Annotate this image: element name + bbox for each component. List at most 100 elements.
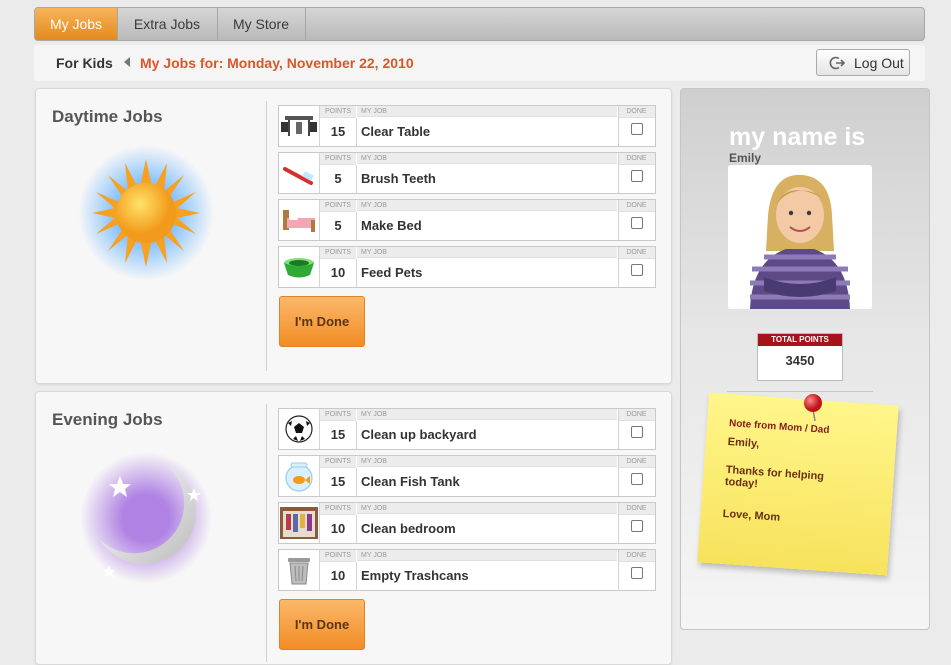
done-checkbox[interactable] [631, 473, 643, 485]
note-greeting: Emily, [727, 436, 760, 451]
pet-bowl-icon [279, 247, 320, 287]
column-divider [618, 409, 619, 449]
job-header: MY JOB [357, 106, 617, 117]
job-header: MY JOB [357, 503, 617, 514]
evening-jobs-title: Evening Jobs [52, 410, 163, 429]
done-checkbox[interactable] [631, 567, 643, 579]
total-points-value: 3450 [785, 353, 815, 368]
column-divider [618, 550, 619, 590]
job-points: 10 [320, 562, 357, 590]
job-points: 10 [320, 515, 357, 543]
column-divider [618, 456, 619, 496]
job-header: MY JOB [357, 153, 617, 164]
job-header: MY JOB [357, 200, 617, 211]
breadcrumb-arrow-icon [124, 57, 130, 67]
note-body: Thanks for helping today! [724, 463, 825, 491]
breadcrumb-for-kids[interactable]: For Kids [56, 55, 113, 71]
job-name: Empty Trashcans [361, 568, 469, 583]
points-header: POINTS [320, 106, 356, 118]
column-divider [618, 200, 619, 240]
tab-my-store[interactable]: My Store [217, 8, 306, 40]
job-points: 10 [320, 259, 357, 287]
job-points: 15 [320, 468, 357, 496]
points-header: POINTS [320, 456, 356, 468]
points-header: POINTS [320, 247, 356, 259]
job-header: MY JOB [357, 550, 617, 561]
job-header: MY JOB [357, 409, 617, 420]
daytime-jobs-panel: Daytime Jobs POINTS MY JOB DONE 15 Clear… [35, 88, 672, 384]
points-header: POINTS [320, 550, 356, 562]
job-name: Make Bed [361, 218, 422, 233]
done-header: DONE [618, 247, 655, 259]
done-checkbox[interactable] [631, 123, 643, 135]
job-row: POINTS MY JOB DONE 5 Make Bed [278, 199, 656, 241]
job-row: POINTS MY JOB DONE 15 Clear Table [278, 105, 656, 147]
job-name: Brush Teeth [361, 171, 436, 186]
divider [727, 391, 873, 392]
name-heading: my name is [729, 123, 866, 151]
job-row: POINTS MY JOB DONE 15 Clean Fish Tank [278, 455, 656, 497]
closet-icon [279, 503, 320, 543]
done-checkbox[interactable] [631, 264, 643, 276]
job-row: POINTS MY JOB DONE 10 Clean bedroom [278, 502, 656, 544]
soccer-ball-icon [279, 409, 320, 449]
column-divider [618, 247, 619, 287]
job-row: POINTS MY JOB DONE 10 Feed Pets [278, 246, 656, 288]
job-points: 5 [320, 165, 357, 193]
evening-done-button[interactable]: I'm Done [279, 599, 365, 650]
column-divider [618, 503, 619, 543]
logout-icon [829, 56, 845, 70]
page-title: My Jobs for: Monday, November 22, 2010 [140, 55, 414, 71]
fishbowl-icon [279, 456, 320, 496]
daytime-jobs-title: Daytime Jobs [52, 107, 163, 126]
done-header: DONE [618, 153, 655, 165]
sticky-note: Note from Mom / Dad Emily, Thanks for he… [697, 392, 899, 576]
done-checkbox[interactable] [631, 170, 643, 182]
job-row: POINTS MY JOB DONE 5 Brush Teeth [278, 152, 656, 194]
points-header: POINTS [320, 503, 356, 515]
avatar [728, 165, 872, 309]
evening-jobs-panel: Evening Jobs POINTS MY JOB DONE 15 Clean… [35, 391, 672, 665]
job-points: 5 [320, 212, 357, 240]
points-header: POINTS [320, 153, 356, 165]
points-header: POINTS [320, 200, 356, 212]
done-checkbox[interactable] [631, 426, 643, 438]
job-row: POINTS MY JOB DONE 15 Clean up backyard [278, 408, 656, 450]
logout-button[interactable]: Log Out [816, 49, 910, 76]
column-divider [618, 153, 619, 193]
total-points-box: TOTAL POINTS 3450 [757, 333, 843, 381]
toothbrush-icon [279, 153, 320, 193]
profile-panel: my name is Emily TOTAL POINTS 3450 Note … [680, 88, 930, 630]
job-name: Feed Pets [361, 265, 423, 280]
tab-extra-jobs[interactable]: Extra Jobs [117, 8, 218, 40]
job-points: 15 [320, 118, 357, 146]
sun-icon [78, 145, 214, 281]
done-checkbox[interactable] [631, 520, 643, 532]
job-row: POINTS MY JOB DONE 10 Empty Trashcans [278, 549, 656, 591]
points-header: POINTS [320, 409, 356, 421]
daytime-done-button[interactable]: I'm Done [279, 296, 365, 347]
kid-name: Emily [729, 151, 762, 165]
done-header: DONE [618, 456, 655, 468]
main-tab-bar: My Jobs Extra Jobs My Store [34, 7, 925, 41]
done-header: DONE [618, 550, 655, 562]
panel-divider [266, 101, 267, 371]
column-divider [618, 106, 619, 146]
done-header: DONE [618, 106, 655, 118]
job-points: 15 [320, 421, 357, 449]
logout-label: Log Out [854, 55, 904, 71]
done-checkbox[interactable] [631, 217, 643, 229]
moon-icon [80, 452, 212, 584]
job-header: MY JOB [357, 247, 617, 258]
done-header: DONE [618, 409, 655, 421]
kid-photo [728, 165, 872, 309]
total-points-label: TOTAL POINTS [758, 334, 842, 346]
done-header: DONE [618, 503, 655, 515]
job-name: Clear Table [361, 124, 431, 139]
tab-my-jobs[interactable]: My Jobs [35, 8, 118, 40]
done-header: DONE [618, 200, 655, 212]
job-name: Clean up backyard [361, 427, 477, 442]
job-name: Clean Fish Tank [361, 474, 460, 489]
pushpin-icon [804, 394, 822, 422]
trash-can-icon [279, 550, 320, 590]
